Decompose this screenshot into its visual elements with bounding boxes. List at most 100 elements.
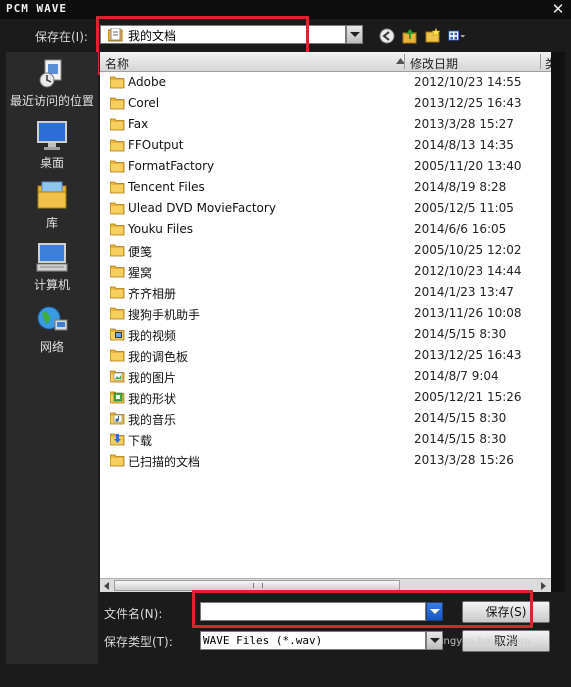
folder-icon (110, 76, 125, 89)
column-header-name[interactable]: 名称 (105, 55, 129, 72)
file-name: 我的视频 (128, 329, 177, 343)
file-name: 我的调色板 (128, 350, 189, 364)
file-row[interactable]: Ulead DVD MovieFactory 2005/12/5 11:05 (100, 198, 551, 219)
view-menu-icon[interactable] (448, 27, 466, 45)
file-name: 搜狗手机助手 (128, 308, 201, 322)
close-icon[interactable]: ✕ (549, 0, 567, 18)
file-row[interactable]: Tencent Files 2014/8/19 8:28 (100, 177, 551, 198)
file-row[interactable]: 猩窝 2012/10/23 14:44 (100, 261, 551, 282)
place-network[interactable]: 网络 (6, 304, 98, 355)
file-name: 猩窝 (128, 266, 153, 280)
save-in-label: 保存在(I): (35, 30, 88, 44)
file-name: 我的形状 (128, 392, 177, 406)
file-row[interactable]: 齐齐相册 2014/1/23 13:47 (100, 282, 551, 303)
filetype-label: 保存类型(T): (104, 635, 173, 649)
file-name: Ulead DVD MovieFactory (128, 201, 276, 215)
place-label: 库 (45, 216, 58, 230)
file-name: 我的音乐 (128, 413, 177, 427)
column-separator[interactable] (404, 54, 405, 69)
up-folder-icon[interactable] (401, 27, 419, 45)
network-icon (37, 306, 68, 331)
file-name: Adobe (128, 75, 166, 89)
filetype-value: WAVE Files (*.wav) (203, 634, 323, 647)
place-label: 网络 (39, 340, 64, 354)
file-date: 2013/12/25 16:43 (414, 96, 522, 110)
save-in-dropdown-button[interactable] (346, 25, 363, 44)
pictures-folder-icon (110, 370, 125, 383)
file-row[interactable]: 我的音乐 2014/5/15 8:30 (100, 408, 551, 429)
folder-icon (110, 181, 125, 194)
file-row[interactable]: 搜狗手机助手 2013/11/26 10:08 (100, 303, 551, 324)
file-name: 下载 (128, 434, 153, 448)
file-date: 2014/8/19 8:28 (414, 180, 507, 194)
folder-icon (110, 202, 125, 215)
folder-icon (110, 349, 125, 362)
file-date: 2014/5/15 8:30 (414, 432, 507, 446)
file-date: 2014/1/23 13:47 (414, 285, 514, 299)
new-folder-icon[interactable] (424, 27, 442, 45)
file-row[interactable]: 我的调色板 2013/12/25 16:43 (100, 345, 551, 366)
file-row[interactable]: FFOutput 2014/8/13 14:35 (100, 135, 551, 156)
file-name: Youku Files (128, 222, 194, 236)
file-row[interactable]: FormatFactory 2005/11/20 13:40 (100, 156, 551, 177)
file-row[interactable]: 便笺 2005/10/25 12:02 (100, 240, 551, 261)
file-row[interactable]: 我的图片 2014/8/7 9:04 (100, 366, 551, 387)
music-folder-icon (110, 412, 125, 425)
scroll-right-icon[interactable] (537, 580, 549, 592)
filetype-combobox[interactable]: WAVE Files (*.wav) (200, 631, 426, 650)
file-row[interactable]: 我的形状 2005/12/21 15:26 (100, 387, 551, 408)
file-row[interactable]: Fax 2013/3/28 15:27 (100, 114, 551, 135)
file-date: 2014/5/15 8:30 (414, 411, 507, 425)
file-list-header: 名称 修改日期 类 (100, 52, 551, 72)
file-name: Fax (128, 117, 149, 131)
file-list[interactable]: 名称 修改日期 类 Adobe 2012/10/23 14:55 Corel 2013… (100, 52, 551, 578)
file-name: FFOutput (128, 138, 184, 152)
window-title: PCM WAVE (6, 2, 67, 15)
folder-icon (110, 160, 125, 173)
computer-icon (36, 243, 68, 272)
file-date: 2005/10/25 12:02 (414, 243, 522, 257)
file-row[interactable]: 我的视频 2014/5/15 8:30 (100, 324, 551, 345)
scroll-grip-icon (253, 583, 263, 588)
shapes-folder-icon (110, 391, 125, 404)
file-date: 2013/3/28 15:27 (414, 117, 514, 131)
desktop-icon (37, 121, 67, 150)
file-name: 齐齐相册 (128, 287, 177, 301)
place-desktop[interactable]: 桌面 (6, 120, 98, 171)
file-row[interactable]: Youku Files 2014/6/6 16:05 (100, 219, 551, 240)
file-row[interactable]: 下载 2014/5/15 8:30 (100, 429, 551, 450)
back-icon[interactable] (378, 27, 396, 45)
file-name: 已扫描的文档 (128, 455, 201, 469)
folder-icon (110, 139, 125, 152)
file-row[interactable]: Corel 2013/12/25 16:43 (100, 93, 551, 114)
place-label: 计算机 (33, 278, 70, 292)
column-header-date[interactable]: 修改日期 (410, 55, 458, 72)
file-date: 2014/8/7 9:04 (414, 369, 499, 383)
place-computer[interactable]: 计算机 (6, 242, 98, 293)
place-libraries[interactable]: 库 (6, 180, 98, 231)
file-name: 便笺 (128, 245, 153, 259)
highlight-box-filename (192, 590, 533, 628)
file-date: 2012/10/23 14:44 (414, 264, 522, 278)
file-row[interactable]: 已扫描的文档 2013/3/28 15:26 (100, 450, 551, 471)
file-row[interactable]: Adobe 2012/10/23 14:55 (100, 72, 551, 93)
place-recent[interactable]: 最近访问的位置 (6, 58, 98, 109)
places-bar: 最近访问的位置 桌面 库 计算机 网络 (6, 52, 98, 664)
folder-icon (110, 307, 125, 320)
place-label: 最近访问的位置 (9, 94, 94, 108)
folder-icon (110, 454, 125, 467)
file-date: 2012/10/23 14:55 (414, 75, 522, 89)
recent-places-icon (39, 59, 62, 88)
column-separator[interactable] (540, 54, 541, 69)
folder-icon (110, 265, 125, 278)
folder-icon (110, 118, 125, 131)
scroll-left-icon[interactable] (101, 580, 113, 592)
file-date: 2014/6/6 16:05 (414, 222, 507, 236)
file-name: Corel (128, 96, 160, 110)
file-name: 我的图片 (128, 371, 177, 385)
libraries-icon (37, 181, 67, 209)
file-name: Tencent Files (128, 180, 205, 194)
folder-icon (110, 286, 125, 299)
file-name: FormatFactory (128, 159, 215, 173)
chevron-down-icon (350, 32, 360, 37)
